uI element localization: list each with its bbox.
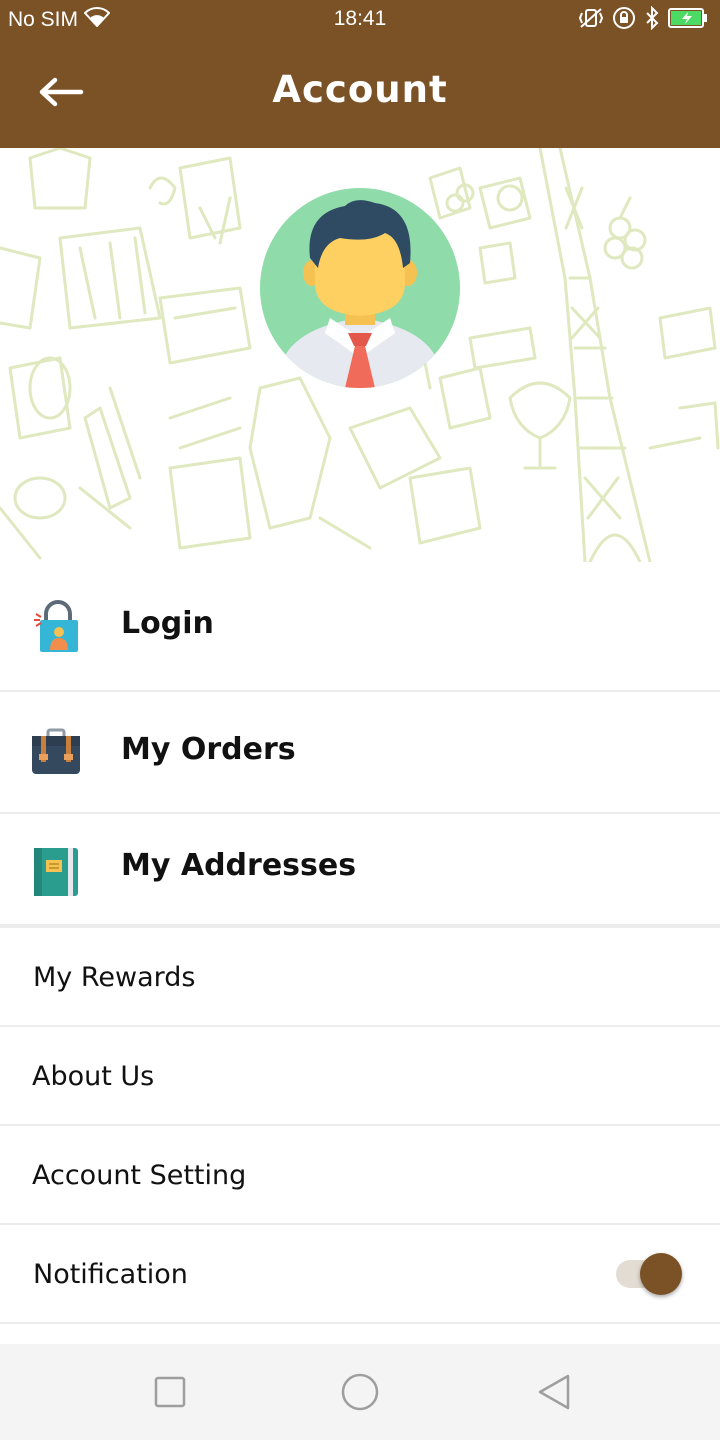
home-circle-icon[interactable] bbox=[340, 1372, 380, 1412]
menu-item-login[interactable]: Login bbox=[0, 562, 720, 692]
status-right bbox=[578, 5, 708, 36]
menu-item-label: Account Setting bbox=[32, 1160, 247, 1191]
battery-charging-icon bbox=[668, 8, 708, 34]
recents-square-icon[interactable] bbox=[150, 1372, 190, 1412]
page-title: Account bbox=[272, 68, 448, 111]
menu-item-about-us[interactable]: About Us bbox=[0, 1027, 720, 1126]
menu-item-label: My Rewards bbox=[33, 962, 196, 993]
user-avatar-icon[interactable] bbox=[260, 188, 460, 388]
menu-item-label: About Us bbox=[32, 1061, 155, 1092]
account-screen: No SIM 18:41 Account Login My Orders My … bbox=[0, 0, 720, 1440]
padlock-user-icon bbox=[34, 600, 78, 652]
address-book-icon bbox=[34, 848, 78, 896]
toggle-knob bbox=[640, 1253, 682, 1295]
menu-item-label: My Addresses bbox=[121, 848, 357, 883]
menu-item-label: Login bbox=[121, 606, 214, 641]
rotation-lock-icon bbox=[612, 6, 636, 36]
app-bar: Account bbox=[0, 38, 720, 148]
bluetooth-icon bbox=[644, 5, 660, 36]
menu-item-account-setting[interactable]: Account Setting bbox=[0, 1126, 720, 1225]
menu-item-my-rewards[interactable]: My Rewards bbox=[0, 928, 720, 1027]
system-nav-bar bbox=[0, 1344, 720, 1440]
profile-header bbox=[0, 148, 720, 562]
menu-item-my-addresses[interactable]: My Addresses bbox=[0, 814, 720, 928]
account-menu: Login My Orders My Addresses My Rewards … bbox=[0, 562, 720, 1324]
menu-item-my-orders[interactable]: My Orders bbox=[0, 692, 720, 814]
back-triangle-icon[interactable] bbox=[534, 1372, 574, 1412]
vibrate-icon bbox=[578, 7, 604, 35]
briefcase-icon bbox=[32, 728, 80, 774]
menu-item-label: Notification bbox=[33, 1259, 188, 1290]
status-bar: No SIM 18:41 bbox=[0, 0, 720, 38]
menu-item-label: My Orders bbox=[121, 732, 296, 767]
notification-toggle[interactable] bbox=[616, 1253, 682, 1295]
menu-item-notification: Notification bbox=[0, 1225, 720, 1324]
